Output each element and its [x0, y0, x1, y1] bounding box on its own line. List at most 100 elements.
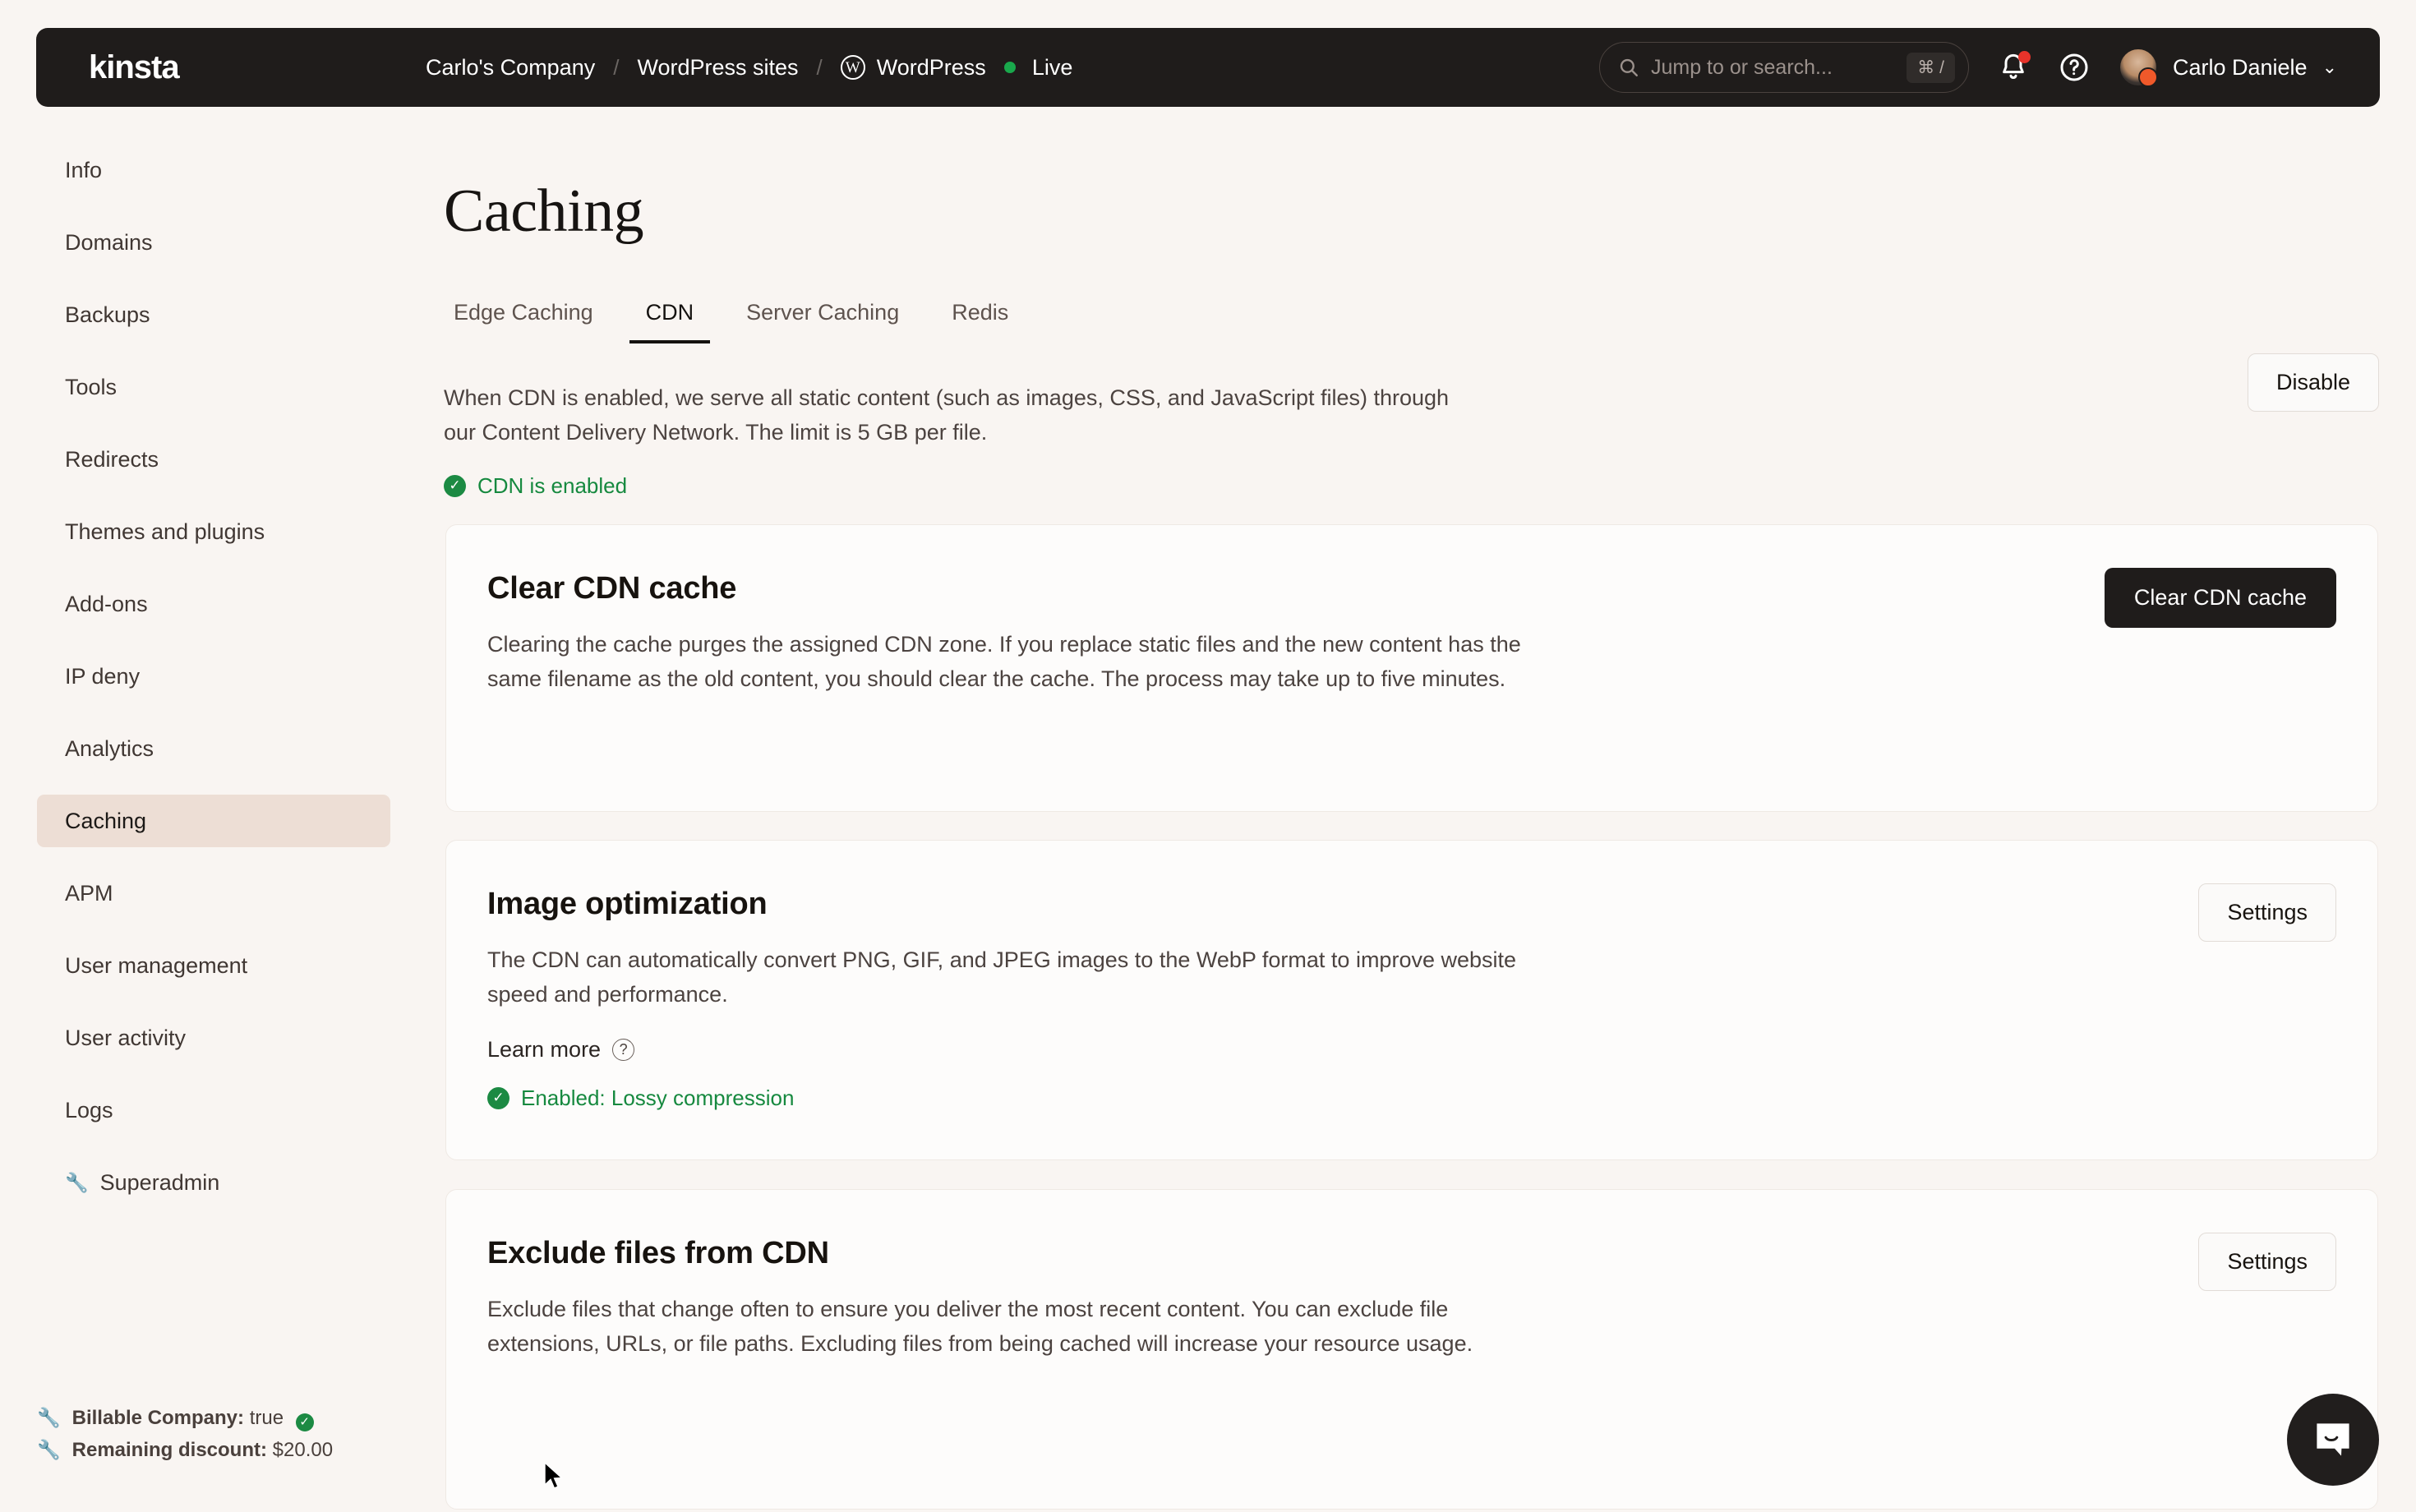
- check-circle-icon: ✓: [444, 474, 466, 497]
- sidebar-item-domains[interactable]: Domains: [37, 216, 390, 269]
- cdn-description: When CDN is enabled, we serve all static…: [444, 385, 1450, 445]
- sidebar-item-superadmin[interactable]: 🔧 Superadmin: [37, 1156, 390, 1209]
- search-box[interactable]: Jump to or search... ⌘ /: [1598, 42, 1969, 93]
- billable-company-label: Billable Company:: [71, 1406, 245, 1429]
- sidebar-item-apm[interactable]: APM: [37, 867, 390, 920]
- user-menu[interactable]: Carlo Daniele ⌄: [2118, 48, 2337, 87]
- image-optimization-title: Image optimization: [487, 887, 768, 921]
- sidebar-item-caching[interactable]: Caching: [37, 795, 390, 847]
- image-optimization-settings-button[interactable]: Settings: [2198, 883, 2336, 942]
- remaining-discount-row: 🔧 Remaining discount: $20.00: [37, 1434, 333, 1467]
- exclude-files-description: Exclude files that change often to ensur…: [487, 1297, 1473, 1356]
- wrench-icon: 🔧: [37, 1439, 61, 1461]
- wrench-icon: 🔧: [65, 1171, 89, 1193]
- exclude-files-settings-button[interactable]: Settings: [2198, 1233, 2336, 1291]
- clear-cdn-cache-action: Clear CDN cache: [2104, 568, 2336, 628]
- topbar-actions: Jump to or search... ⌘ / Carlo Daniele ⌄: [1598, 42, 2357, 93]
- wrench-icon: 🔧: [37, 1406, 61, 1428]
- image-optimization-status-label: Enabled: Lossy compression: [521, 1085, 795, 1110]
- exclude-files-card: Exclude files from CDN Exclude files tha…: [445, 1189, 2378, 1510]
- billable-company-value: true: [249, 1406, 284, 1429]
- remaining-discount-label: Remaining discount:: [71, 1439, 267, 1462]
- sidebar-item-logs[interactable]: Logs: [37, 1084, 390, 1136]
- avatar: [2118, 48, 2158, 87]
- clear-cdn-cache-description: Clearing the cache purges the assigned C…: [487, 632, 1521, 691]
- question-mark-icon: ?: [612, 1038, 635, 1061]
- billable-company-row: 🔧 Billable Company: true ✓: [37, 1402, 333, 1435]
- sidebar-item-info[interactable]: Info: [37, 144, 390, 196]
- chat-launcher-button[interactable]: [2287, 1394, 2379, 1486]
- cdn-status: ✓ CDN is enabled: [444, 473, 1512, 499]
- tab-redis[interactable]: Redis: [935, 300, 1025, 343]
- kinsta-logo[interactable]: kinsta: [89, 49, 294, 86]
- sidebar-item-user-activity[interactable]: User activity: [37, 1012, 390, 1064]
- sidebar-item-user-management[interactable]: User management: [37, 939, 390, 992]
- sidebar-item-label: Logs: [65, 1097, 113, 1122]
- search-shortcut-hint: ⌘ /: [1907, 52, 1955, 83]
- sidebar-item-tools[interactable]: Tools: [37, 361, 390, 413]
- sidebar-item-label: User management: [65, 952, 248, 978]
- sidebar-item-backups[interactable]: Backups: [37, 288, 390, 341]
- site-status-label: Live: [1031, 54, 1073, 80]
- tab-bar: Edge Caching CDN Server Caching Redis: [444, 294, 2416, 343]
- cdn-status-label: CDN is enabled: [477, 472, 628, 498]
- breadcrumb: Carlo's Company / WordPress sites / W Wo…: [426, 55, 1072, 81]
- sidebar-item-label: Themes and plugins: [65, 519, 265, 544]
- notifications-button[interactable]: [1997, 51, 2031, 84]
- sidebar-item-themes-and-plugins[interactable]: Themes and plugins: [37, 505, 390, 558]
- clear-cdn-cache-title: Clear CDN cache: [487, 571, 737, 606]
- sidebar-item-label: Superadmin: [99, 1169, 220, 1195]
- disable-cdn-button[interactable]: Disable: [2247, 353, 2379, 412]
- search-input[interactable]: Jump to or search...: [1651, 56, 1895, 80]
- breadcrumb-site[interactable]: W WordPress: [840, 55, 986, 81]
- sidebar-item-label: Info: [65, 157, 103, 182]
- wordpress-icon: W: [840, 55, 865, 80]
- page-title: Caching: [444, 177, 644, 245]
- image-optimization-description: The CDN can automatically convert PNG, G…: [487, 947, 1517, 1007]
- breadcrumb-separator: /: [613, 54, 620, 80]
- sidebar-item-label: User activity: [65, 1025, 187, 1050]
- tab-server-caching[interactable]: Server Caching: [730, 300, 915, 343]
- help-circle-icon: [2060, 53, 2088, 81]
- user-name-label: Carlo Daniele: [2172, 54, 2308, 80]
- sidebar-footer: 🔧 Billable Company: true ✓ 🔧 Remaining dis…: [37, 1402, 333, 1467]
- clear-cdn-cache-button[interactable]: Clear CDN cache: [2104, 568, 2336, 628]
- notification-badge: [2017, 51, 2031, 63]
- tab-cdn[interactable]: CDN: [629, 300, 711, 343]
- sidebar-item-label: Tools: [65, 374, 118, 399]
- sidebar-item-add-ons[interactable]: Add-ons: [37, 578, 390, 630]
- breadcrumb-company[interactable]: Carlo's Company: [426, 55, 595, 81]
- cdn-intro: When CDN is enabled, we serve all static…: [444, 381, 1512, 499]
- help-button[interactable]: [2058, 51, 2091, 84]
- learn-more-label: Learn more: [487, 1036, 602, 1062]
- chat-bubble-icon: [2317, 1423, 2349, 1456]
- sidebar-item-label: APM: [65, 880, 113, 906]
- breadcrumb-wordpress-sites[interactable]: WordPress sites: [637, 55, 798, 81]
- sidebar-item-analytics[interactable]: Analytics: [37, 722, 390, 775]
- image-optimization-card: Image optimization The CDN can automatic…: [445, 840, 2378, 1160]
- live-status-dot: [1003, 62, 1016, 73]
- clear-cdn-cache-card: Clear CDN cache Clearing the cache purge…: [445, 524, 2378, 812]
- check-icon: ✓: [295, 1413, 314, 1431]
- sidebar: Info Domains Backups Tools Redirects Themes a…: [0, 144, 419, 1512]
- sidebar-item-label: Analytics: [65, 735, 154, 761]
- learn-more-link[interactable]: Learn more ?: [487, 1037, 2336, 1063]
- sidebar-item-redirects[interactable]: Redirects: [37, 433, 390, 486]
- tab-edge-caching[interactable]: Edge Caching: [437, 300, 610, 343]
- exclude-files-title: Exclude files from CDN: [487, 1236, 829, 1270]
- image-optimization-status: ✓ Enabled: Lossy compression: [487, 1086, 2336, 1111]
- top-navigation-bar: kinsta Carlo's Company / WordPress sites…: [36, 28, 2380, 107]
- sidebar-item-label: Backups: [65, 302, 150, 327]
- sidebar-item-label: Caching: [65, 808, 147, 833]
- sidebar-item-ip-deny[interactable]: IP deny: [37, 650, 390, 703]
